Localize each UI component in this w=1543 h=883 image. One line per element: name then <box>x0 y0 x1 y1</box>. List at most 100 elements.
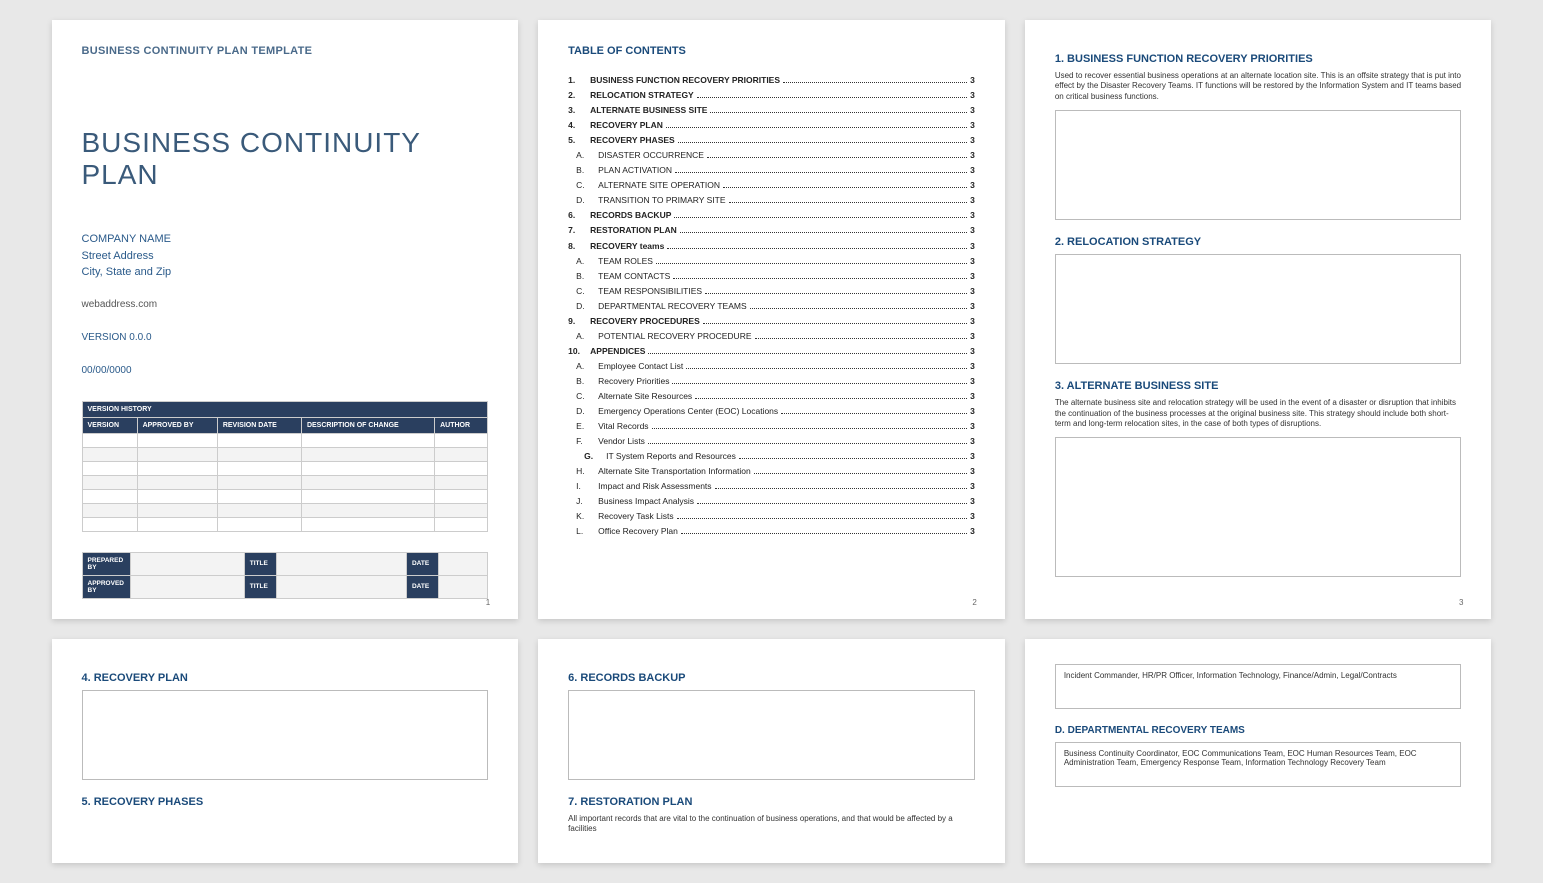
page-number: 2 <box>972 598 976 607</box>
toc-list: 1.BUSINESS FUNCTION RECOVERY PRIORITIES3… <box>568 75 975 537</box>
toc-dots <box>697 97 967 98</box>
section-6-title: 6. RECORDS BACKUP <box>568 672 975 684</box>
toc-dots <box>707 157 967 158</box>
toc-page: 3 <box>970 526 975 537</box>
toc-page: 3 <box>970 150 975 161</box>
toc-page: 3 <box>970 195 975 206</box>
toc-dots <box>680 232 967 233</box>
approved-by-label: APPROVED BY <box>82 575 131 598</box>
toc-dots <box>754 473 967 474</box>
toc-dots <box>755 338 968 339</box>
toc-item: E.Vital Records3 <box>568 421 975 432</box>
toc-page: 3 <box>970 210 975 221</box>
toc-num: E. <box>576 421 598 432</box>
city-state-zip: City, State and Zip <box>82 264 489 281</box>
toc-num: 9. <box>568 316 590 327</box>
toc-label: DEPARTMENTAL RECOVERY TEAMS <box>598 301 746 312</box>
toc-label: RECORDS BACKUP <box>590 210 671 221</box>
toc-page: 3 <box>970 301 975 312</box>
toc-dots <box>675 172 967 173</box>
toc-dots <box>648 353 967 354</box>
toc-item: 4.RECOVERY PLAN3 <box>568 120 975 131</box>
toc-num: 6. <box>568 210 590 221</box>
toc-label: POTENTIAL RECOVERY PROCEDURE <box>598 331 751 342</box>
company-name: COMPANY NAME <box>82 231 489 248</box>
version-history-header: VERSION HISTORY <box>82 401 488 417</box>
toc-label: ALTERNATE BUSINESS SITE <box>590 105 707 116</box>
toc-num: 10. <box>568 346 590 357</box>
toc-num: J. <box>576 496 598 507</box>
toc-label: TEAM RESPONSIBILITIES <box>598 286 702 297</box>
table-row <box>82 475 488 489</box>
toc-dots <box>652 428 968 429</box>
toc-num: 8. <box>568 241 590 252</box>
toc-page: 3 <box>970 331 975 342</box>
toc-dots <box>672 383 967 384</box>
toc-label: ALTERNATE SITE OPERATION <box>598 180 720 191</box>
toc-dots <box>750 308 967 309</box>
toc-page: 3 <box>970 436 975 447</box>
toc-num: 1. <box>568 75 590 86</box>
toc-item: 5.RECOVERY PHASES3 <box>568 135 975 146</box>
section-3-title: 3. ALTERNATE BUSINESS SITE <box>1055 380 1462 392</box>
table-row <box>82 447 488 461</box>
toc-dots <box>667 248 967 249</box>
toc-label: Alternate Site Resources <box>598 391 692 402</box>
date-label-1: DATE <box>406 552 438 575</box>
roles-box: Incident Commander, HR/PR Officer, Infor… <box>1055 664 1462 709</box>
toc-num: F. <box>576 436 598 447</box>
toc-item: D.Emergency Operations Center (EOC) Loca… <box>568 406 975 417</box>
toc-label: Employee Contact List <box>598 361 683 372</box>
toc-item: 8.RECOVERY teams3 <box>568 241 975 252</box>
toc-page: 3 <box>970 361 975 372</box>
section-7-body: All important records that are vital to … <box>568 814 975 835</box>
toc-item: H.Alternate Site Transportation Informat… <box>568 466 975 477</box>
toc-num: A. <box>576 256 598 267</box>
toc-title: TABLE OF CONTENTS <box>568 45 975 57</box>
toc-page: 3 <box>970 376 975 387</box>
toc-page: 3 <box>970 271 975 282</box>
toc-label: Alternate Site Transportation Informatio… <box>598 466 751 477</box>
toc-dots <box>723 187 967 188</box>
toc-label: RECOVERY PROCEDURES <box>590 316 700 327</box>
toc-label: PLAN ACTIVATION <box>598 165 672 176</box>
toc-dots <box>695 398 967 399</box>
section-5-title: 5. RECOVERY PHASES <box>82 796 489 808</box>
section-2-title: 2. RELOCATION STRATEGY <box>1055 236 1462 248</box>
toc-dots <box>648 443 967 444</box>
table-row <box>82 503 488 517</box>
toc-label: Recovery Priorities <box>598 376 669 387</box>
section-4-title: 4. RECOVERY PLAN <box>82 672 489 684</box>
title-label-2: TITLE <box>244 575 276 598</box>
table-row <box>82 433 488 447</box>
toc-label: RESTORATION PLAN <box>590 225 677 236</box>
toc-num: 4. <box>568 120 590 131</box>
toc-item: 10.APPENDICES3 <box>568 346 975 357</box>
toc-label: Office Recovery Plan <box>598 526 678 537</box>
toc-item: A.Employee Contact List3 <box>568 361 975 372</box>
toc-label: TEAM CONTACTS <box>598 271 670 282</box>
title-label-1: TITLE <box>244 552 276 575</box>
toc-label: Recovery Task Lists <box>598 511 673 522</box>
company-block: COMPANY NAME Street Address City, State … <box>82 231 489 281</box>
toc-dots <box>705 293 967 294</box>
section-1-body: Used to recover essential business opera… <box>1055 71 1462 102</box>
toc-item: B.Recovery Priorities3 <box>568 376 975 387</box>
toc-label: TRANSITION TO PRIMARY SITE <box>598 195 725 206</box>
toc-num: D. <box>576 301 598 312</box>
toc-label: Emergency Operations Center (EOC) Locati… <box>598 406 778 417</box>
toc-page: 3 <box>970 496 975 507</box>
section-4-box <box>82 690 489 780</box>
toc-item: I.Impact and Risk Assessments3 <box>568 481 975 492</box>
toc-page: 3 <box>970 346 975 357</box>
toc-num: 7. <box>568 225 590 236</box>
toc-label: Business Impact Analysis <box>598 496 694 507</box>
toc-page: 3 <box>970 481 975 492</box>
toc-page: 3 <box>970 135 975 146</box>
toc-item: 1.BUSINESS FUNCTION RECOVERY PRIORITIES3 <box>568 75 975 86</box>
col-author: AUTHOR <box>435 417 488 433</box>
date-text: 00/00/0000 <box>82 365 489 376</box>
toc-page: 3 <box>970 316 975 327</box>
template-label: BUSINESS CONTINUITY PLAN TEMPLATE <box>82 45 489 57</box>
toc-num: L. <box>576 526 598 537</box>
